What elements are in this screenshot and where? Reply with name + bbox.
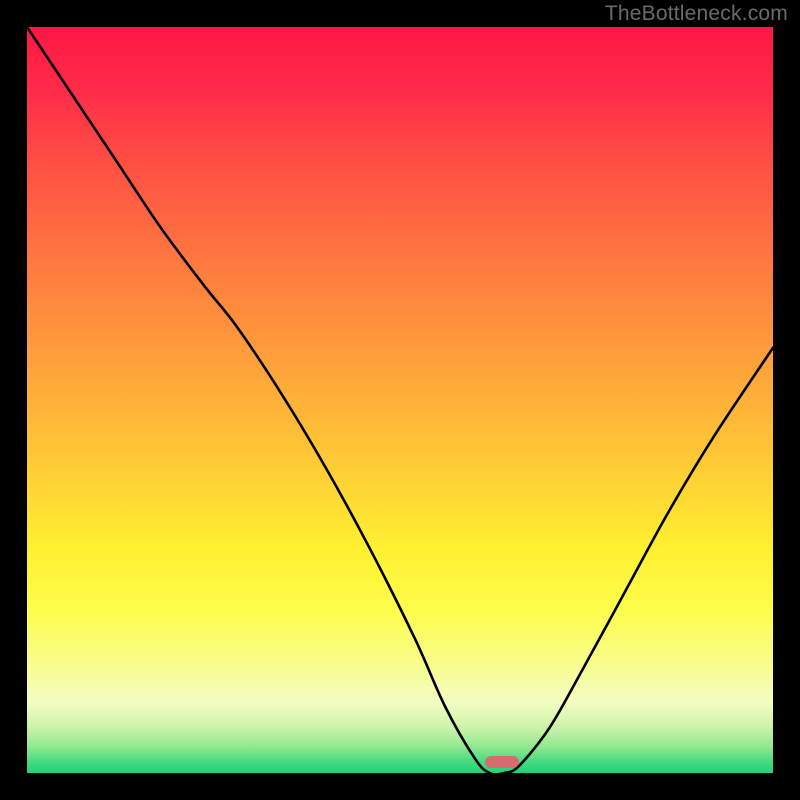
bottleneck-curve (27, 27, 773, 773)
chart-frame: TheBottleneck.com (0, 0, 800, 800)
optimal-marker (485, 756, 519, 768)
watermark-text: TheBottleneck.com (605, 2, 788, 26)
plot-area (27, 27, 773, 773)
